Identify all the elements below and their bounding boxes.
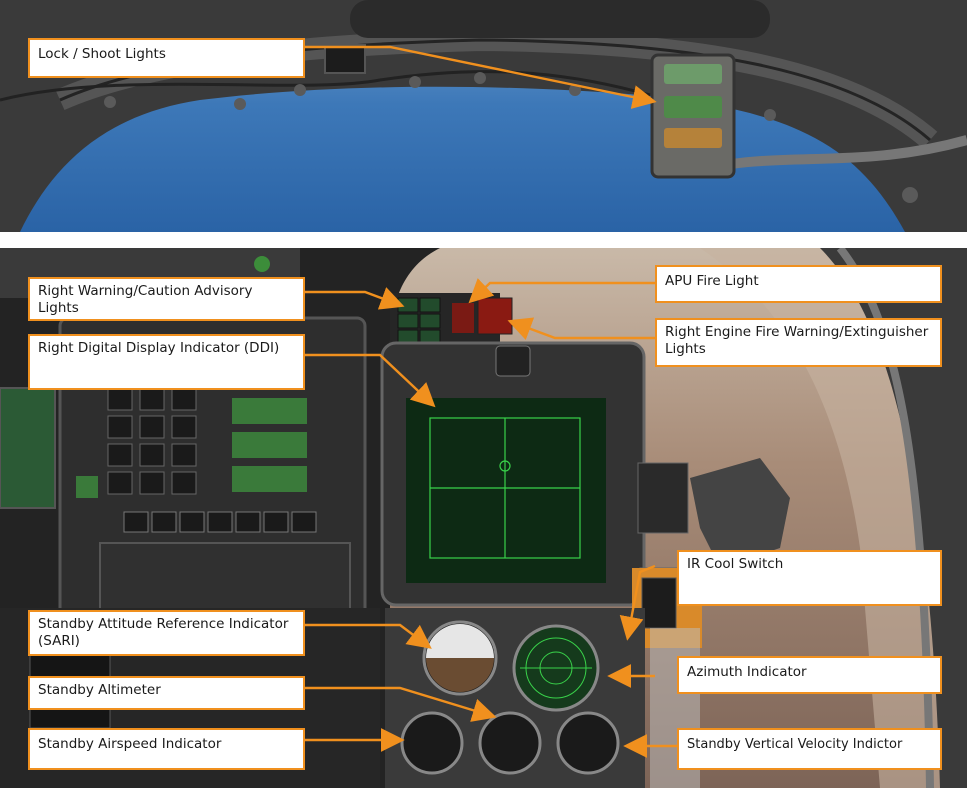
label-standby-airspeed-indicator: Standby Airspeed Indicator — [28, 728, 305, 770]
right-engine-fire-light — [477, 297, 513, 335]
label-azimuth-indicator: Azimuth Indicator — [677, 656, 942, 694]
standby-altimeter-gauge — [478, 711, 542, 775]
canopy-bow-image — [0, 0, 967, 232]
label-ir-cool-switch: IR Cool Switch — [677, 550, 942, 606]
label-right-warning-caution-lights: Right Warning/Caution Advisory Lights — [28, 277, 305, 321]
apu-fire-light — [452, 303, 474, 333]
canopy-bow-drawing — [0, 0, 967, 232]
standby-vvi-gauge — [556, 711, 620, 775]
label-standby-vvi: Standby Vertical Velocity Indictor — [677, 728, 942, 770]
lock-light — [664, 64, 722, 84]
label-right-ddi: Right Digital Display Indicator (DDI) — [28, 334, 305, 390]
label-apu-fire-light: APU Fire Light — [655, 265, 942, 303]
standby-airspeed-gauge — [400, 711, 464, 775]
right-ddi-screen — [406, 398, 606, 583]
label-sari: Standby Attitude Reference Indicator (SA… — [28, 610, 305, 656]
shoot-light — [664, 96, 722, 118]
label-right-engine-fire-lights: Right Engine Fire Warning/Extinguisher L… — [655, 318, 942, 367]
green-indicator-light — [254, 256, 270, 272]
label-standby-altimeter: Standby Altimeter — [28, 676, 305, 710]
label-lock-shoot-lights: Lock / Shoot Lights — [28, 38, 305, 78]
shoot-caution-light — [664, 128, 722, 148]
